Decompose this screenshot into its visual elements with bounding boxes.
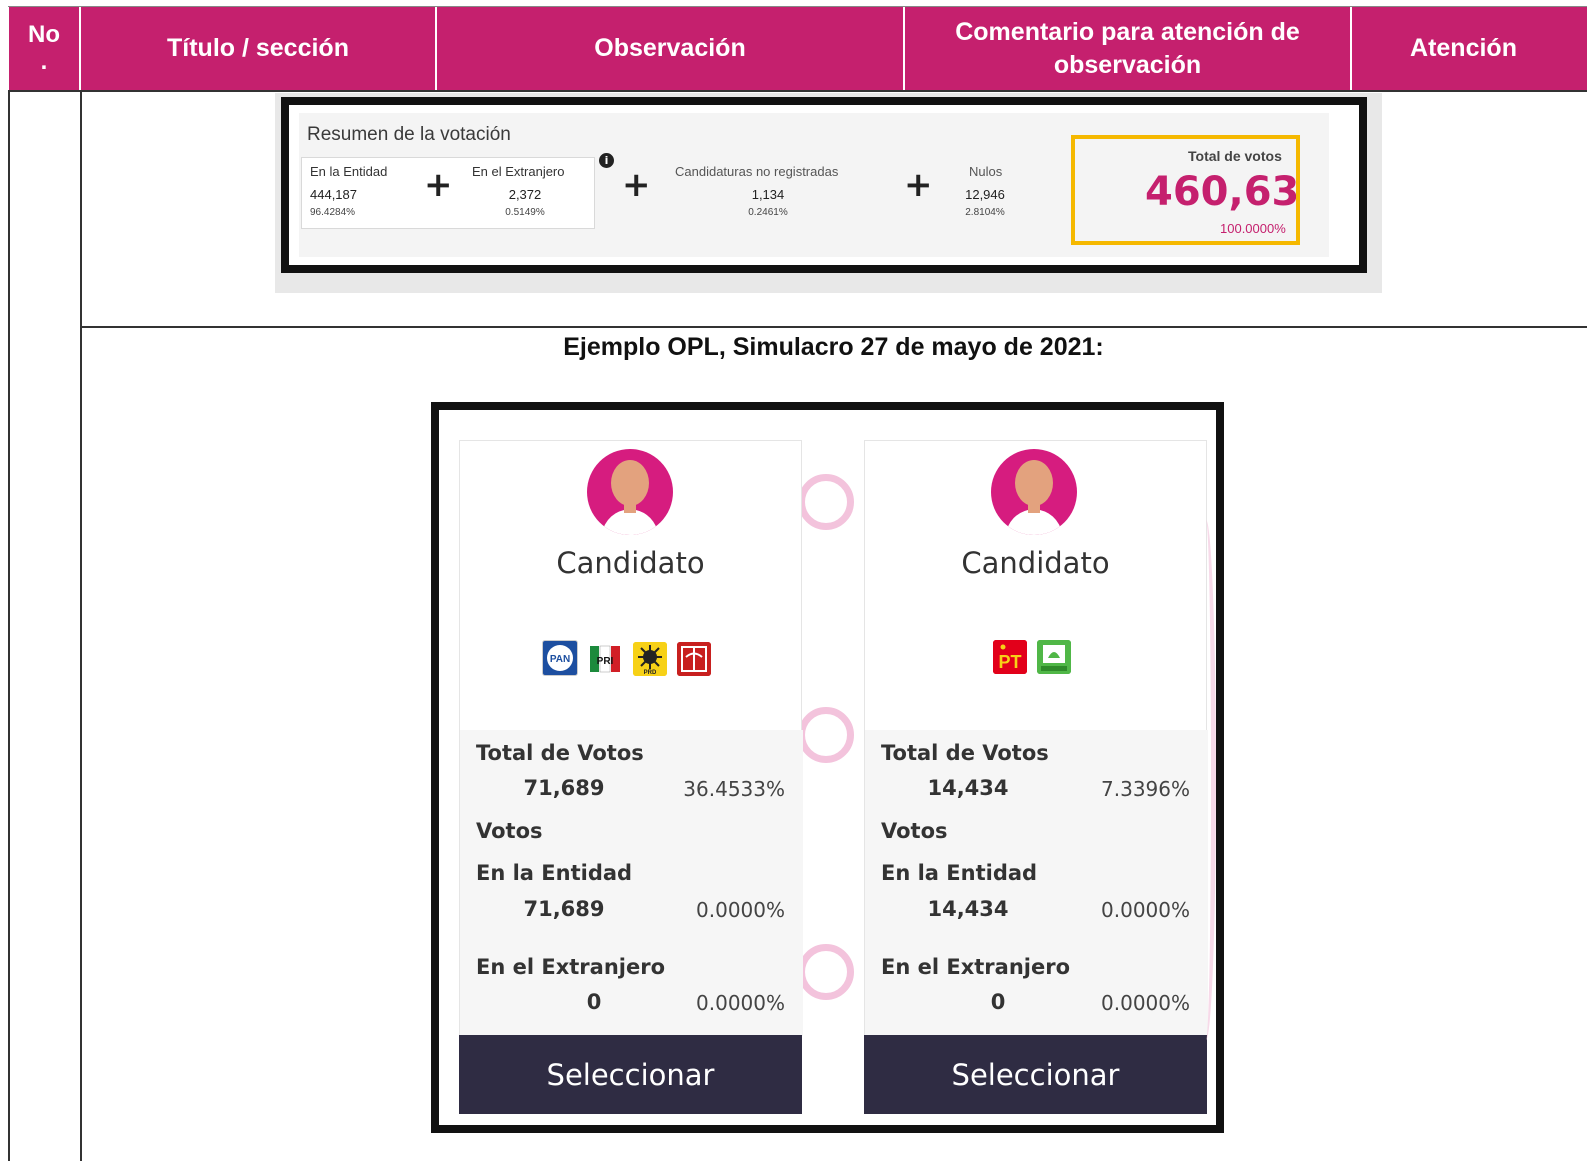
header-no-label: No . xyxy=(28,21,60,75)
plus-icon: + xyxy=(904,165,933,205)
table-header-no: No . xyxy=(9,7,79,90)
resumen-no-registradas-label: Candidaturas no registradas xyxy=(675,164,839,179)
decorative-ring xyxy=(798,944,854,1000)
total-votos-value: 14,434 xyxy=(927,776,1009,800)
candidate-name: Candidato xyxy=(961,546,1110,580)
header-observacion-label: Observación xyxy=(594,34,746,63)
entidad-label: En la Entidad xyxy=(476,861,633,885)
resumen-extranjero-value: 2,372 xyxy=(508,187,542,202)
resumen-nulos-value: 12,946 xyxy=(965,187,1005,202)
table-header-titulo: Título / sección xyxy=(81,7,435,90)
select-candidate-button[interactable]: Seleccionar xyxy=(459,1035,802,1114)
resumen-extranjero-pct: 0.5149% xyxy=(505,207,545,218)
total-votos-label: Total de Votos xyxy=(476,741,644,765)
svg-text:PT: PT xyxy=(998,652,1021,672)
table-header-bottom-line xyxy=(8,90,1587,92)
resumen-total-label: Total de votos xyxy=(1188,148,1282,164)
extranjero-pct: 0.0000% xyxy=(1101,991,1190,1015)
header-titulo-label: Título / sección xyxy=(167,34,349,63)
party-logos: PT xyxy=(993,640,1093,676)
plus-icon: + xyxy=(622,165,651,205)
info-icon[interactable]: i xyxy=(599,153,614,168)
pes-logo-icon xyxy=(677,642,712,676)
table-row-divider xyxy=(80,326,1587,328)
party-logos: PAN PRI PRD xyxy=(542,640,742,676)
table-header-comentario: Comentario para atención de observación xyxy=(905,7,1350,90)
resumen-no-registradas-value: 1,134 xyxy=(751,187,785,202)
table-header-observacion: Observación xyxy=(437,7,903,90)
prd-logo-icon: PRI xyxy=(588,642,623,676)
svg-text:PRI: PRI xyxy=(597,656,614,667)
avatar xyxy=(991,449,1077,535)
resumen-title: Resumen de la votación xyxy=(307,124,511,145)
plus-icon: + xyxy=(424,165,453,205)
header-atencion-label: Atención xyxy=(1410,34,1517,63)
example-caption: Ejemplo OPL, Simulacro 27 de mayo de 202… xyxy=(563,333,1104,361)
entidad-value: 71,689 xyxy=(523,897,605,921)
resumen-entidad-value: 444,187 xyxy=(310,187,357,202)
decorative-ring xyxy=(798,707,854,763)
resumen-no-registradas-pct: 0.2461% xyxy=(748,207,788,218)
resumen-nulos-label: Nulos xyxy=(969,164,1003,179)
svg-text:PRD: PRD xyxy=(644,670,657,676)
extranjero-label: En el Extranjero xyxy=(881,955,1070,979)
resumen-total-pct: 100.0000% xyxy=(1220,221,1286,236)
table-header-atencion: Atención xyxy=(1352,7,1587,90)
resumen-extranjero-label: En el Extranjero xyxy=(472,164,565,179)
pt-logo-icon: PT xyxy=(993,640,1027,674)
avatar xyxy=(587,449,673,535)
total-votos-pct: 36.4533% xyxy=(683,777,785,801)
select-candidate-button[interactable]: Seleccionar xyxy=(864,1035,1207,1114)
extranjero-label: En el Extranjero xyxy=(476,955,665,979)
votos-label: Votos xyxy=(881,819,948,843)
pvem-logo-icon xyxy=(1037,640,1072,674)
decorative-ring xyxy=(798,474,854,530)
total-votos-value: 71,689 xyxy=(523,776,605,800)
entidad-pct: 0.0000% xyxy=(696,898,785,922)
candidate-name: Candidato xyxy=(556,546,705,580)
resumen-entidad-pct: 96.4284% xyxy=(310,207,356,218)
votos-label: Votos xyxy=(476,819,543,843)
resumen-entidad-label: En la Entidad xyxy=(310,164,388,179)
decorative-arc xyxy=(1196,520,1216,1040)
extranjero-value: 0 xyxy=(990,990,1006,1014)
resumen-total-box: Total de votos 460,639 100.0000% xyxy=(1071,135,1300,245)
prd-sun-logo-icon: PRD xyxy=(632,642,667,676)
extranjero-pct: 0.0000% xyxy=(696,991,785,1015)
pan-logo-icon: PAN xyxy=(542,640,578,676)
table-col-divider xyxy=(80,90,82,1161)
entidad-pct: 0.0000% xyxy=(1101,898,1190,922)
entidad-label: En la Entidad xyxy=(881,861,1038,885)
header-comentario-label: Comentario para atención de observación xyxy=(955,18,1300,79)
table-left-border xyxy=(8,90,10,1161)
svg-text:PAN: PAN xyxy=(550,654,570,665)
resumen-nulos-pct: 2.8104% xyxy=(965,207,1005,218)
extranjero-value: 0 xyxy=(586,990,602,1014)
total-votos-label: Total de Votos xyxy=(881,741,1049,765)
resumen-total-value: 460,639 xyxy=(1145,169,1300,215)
entidad-value: 14,434 xyxy=(927,897,1009,921)
total-votos-pct: 7.3396% xyxy=(1101,777,1190,801)
table-border-top xyxy=(8,6,1587,7)
